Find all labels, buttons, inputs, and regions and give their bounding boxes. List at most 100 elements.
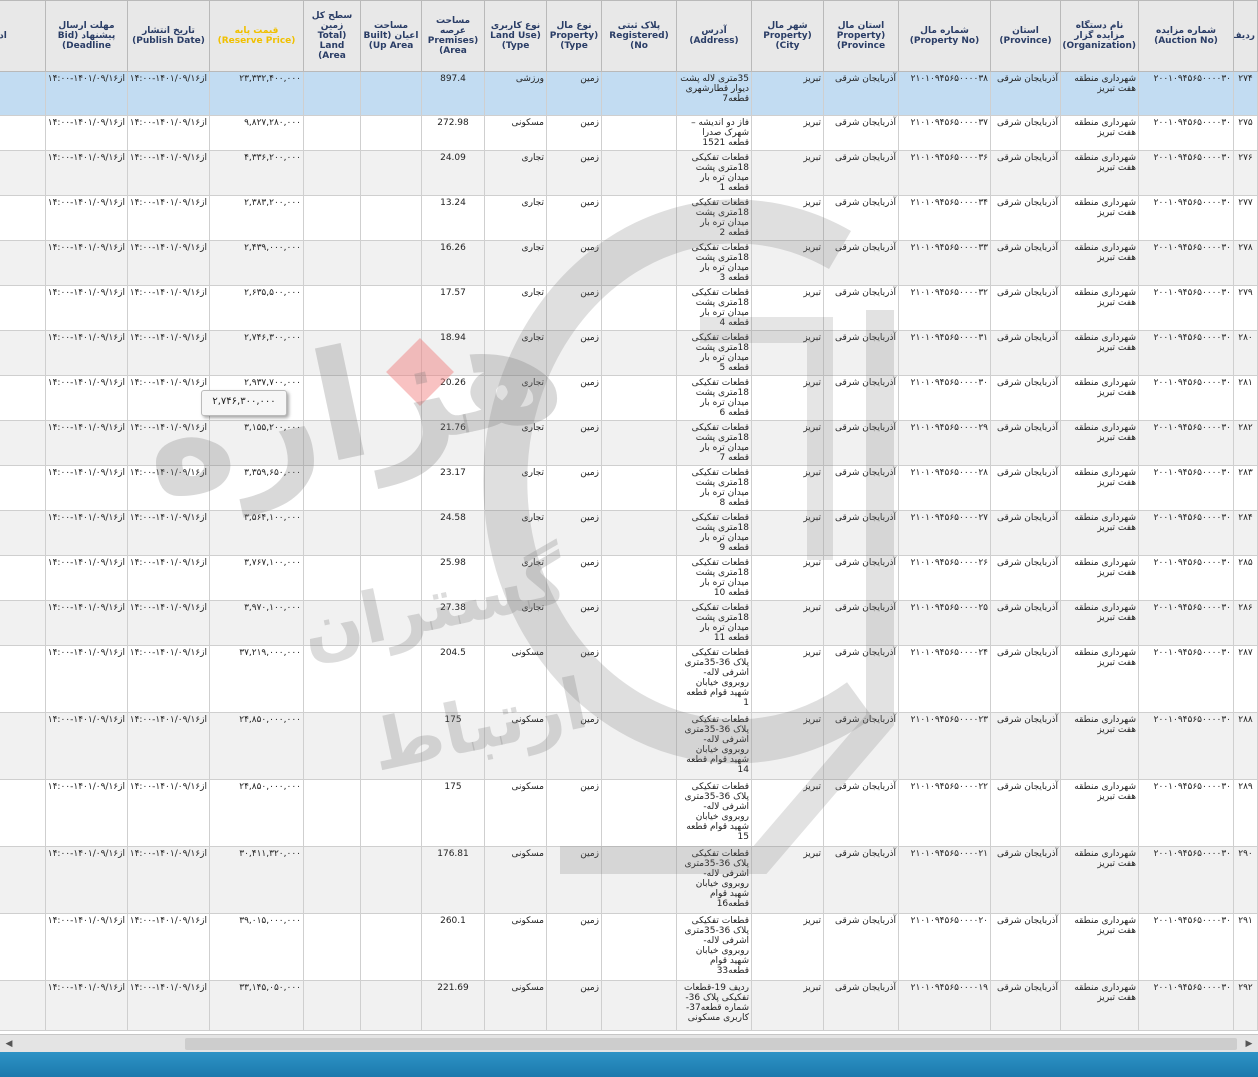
cell-row-number: ۲۷۹: [1233, 285, 1258, 331]
cell-organization: شهرداری منطقه هفت تبریز: [1060, 846, 1139, 914]
cell-row-number: ۲۷۷: [1233, 195, 1258, 241]
table-row[interactable]: ۲۸۶ ۲۰۰۱۰۹۴۵۶۵۰۰۰۰۳۰ شهرداری منطقه هفت تبر…: [0, 600, 1258, 646]
cell-property-city: تبریز: [751, 913, 824, 981]
table-row[interactable]: ۲۹۱ ۲۰۰۱۰۹۴۵۶۵۰۰۰۰۳۰ شهرداری منطقه هفت تبر…: [0, 913, 1258, 981]
table-row[interactable]: ۲۸۸ ۲۰۰۱۰۹۴۵۶۵۰۰۰۰۳۰ شهرداری منطقه هفت تبر…: [0, 712, 1258, 780]
cell-publish-date: از۱۴۰۱/۰۹/۱۶-۱۴:۰۰ تا۱۴۰۱/۱۰/۱۱-۱۹:۰۰: [127, 71, 210, 116]
cell-land-use: تجاری: [484, 600, 547, 646]
cell-property-province: آذربایجان شرقی: [823, 510, 899, 556]
cell-property-number: ۲۱۰۱۰۹۴۵۶۵۰۰۰۰۳۸: [898, 71, 991, 116]
header-property-city[interactable]: شهر مال (Property City): [751, 0, 824, 72]
cell-organization: شهرداری منطقه هفت تبریز: [1060, 150, 1139, 196]
cell-deadline: از۱۴۰۱/۰۹/۱۶-۱۴:۰۰ تا۱۴۰۱/۱۰/۱۱-۱۹:۰۰: [45, 712, 128, 780]
table-row[interactable]: ۲۹۰ ۲۰۰۱۰۹۴۵۶۵۰۰۰۰۳۰ شهرداری منطقه هفت تبر…: [0, 846, 1258, 914]
header-row-no[interactable]: ردیف: [1233, 0, 1258, 72]
cell-organization: شهرداری منطقه هفت تبریز: [1060, 980, 1139, 1031]
table-row[interactable]: ۲۷۸ ۲۰۰۱۰۹۴۵۶۵۰۰۰۰۳۰ شهرداری منطقه هفت تبر…: [0, 240, 1258, 286]
cell-extra: [0, 240, 46, 286]
table-row[interactable]: ۲۸۵ ۲۰۰۱۰۹۴۵۶۵۰۰۰۰۳۰ شهرداری منطقه هفت تبر…: [0, 555, 1258, 601]
header-deadline[interactable]: مهلت ارسال پیشنهاد (Bid Deadline): [45, 0, 128, 72]
cell-property-number: ۲۱۰۱۰۹۴۵۶۵۰۰۰۰۳۷: [898, 115, 991, 151]
table-row[interactable]: ۲۸۳ ۲۰۰۱۰۹۴۵۶۵۰۰۰۰۳۰ شهرداری منطقه هفت تبر…: [0, 465, 1258, 511]
cell-publish-date: از۱۴۰۱/۰۹/۱۶-۱۴:۰۰ تا۱۴۰۱/۱۰/۱۱-۱۹:۰۰: [127, 846, 210, 914]
cell-property-city: تبریز: [751, 330, 824, 376]
header-address[interactable]: آدرس (Address): [676, 0, 752, 72]
cell-row-number: ۲۷۸: [1233, 240, 1258, 286]
cell-premises-area: 25.98: [421, 555, 485, 601]
cell-reserve-price: ۲,۴۳۹,۰۰۰,۰۰۰: [209, 240, 304, 286]
table-row[interactable]: ۲۷۶ ۲۰۰۱۰۹۴۵۶۵۰۰۰۰۳۰ شهرداری منطقه هفت تبر…: [0, 150, 1258, 196]
table-row[interactable]: ۲۸۹ ۲۰۰۱۰۹۴۵۶۵۰۰۰۰۳۰ شهرداری منطقه هفت تبر…: [0, 779, 1258, 847]
header-auction-no[interactable]: شماره مزایده (Auction No): [1138, 0, 1234, 72]
cell-registered-number: [601, 420, 677, 466]
header-premises-area[interactable]: مساحت عرصه (Premises Area): [421, 0, 485, 72]
cell-registered-number: [601, 980, 677, 1031]
cell-province: آذربایجان شرقی: [990, 600, 1061, 646]
cell-property-province: آذربایجان شرقی: [823, 465, 899, 511]
cell-reserve-price: ۲۳,۳۳۲,۴۰۰,۰۰۰: [209, 71, 304, 116]
cell-property-province: آذربایجان شرقی: [823, 913, 899, 981]
cell-property-type: زمین: [546, 980, 602, 1031]
cell-address: قطعات تفکیکی 18متری پشت میدان تره بار قط…: [676, 330, 752, 376]
cell-deadline: از۱۴۰۱/۰۹/۱۶-۱۴:۰۰ تا۱۴۰۱/۱۰/۱۱-۱۹:۰۰: [45, 779, 128, 847]
cell-premises-area: 21.76: [421, 420, 485, 466]
cell-reserve-price: ۴,۳۳۶,۲۰۰,۰۰۰: [209, 150, 304, 196]
cell-property-type: زمین: [546, 712, 602, 780]
cell-auction-number: ۲۰۰۱۰۹۴۵۶۵۰۰۰۰۳۰: [1138, 555, 1234, 601]
table-row[interactable]: ۲۷۵ ۲۰۰۱۰۹۴۵۶۵۰۰۰۰۳۰ شهرداری منطقه هفت تبر…: [0, 115, 1258, 151]
table-row[interactable]: ۲۷۹ ۲۰۰۱۰۹۴۵۶۵۰۰۰۰۳۰ شهرداری منطقه هفت تبر…: [0, 285, 1258, 331]
cell-auction-number: ۲۰۰۱۰۹۴۵۶۵۰۰۰۰۳۰: [1138, 600, 1234, 646]
cell-row-number: ۲۹۰: [1233, 846, 1258, 914]
header-registered-no[interactable]: پلاک ثبتی (Registered No): [601, 0, 677, 72]
cell-land-use: تجاری: [484, 240, 547, 286]
cell-property-province: آذربایجان شرقی: [823, 555, 899, 601]
cell-property-city: تبریز: [751, 195, 824, 241]
scroll-right-icon[interactable]: ▶: [1242, 1037, 1256, 1051]
table-row[interactable]: ۲۸۷ ۲۰۰۱۰۹۴۵۶۵۰۰۰۰۳۰ شهرداری منطقه هفت تبر…: [0, 645, 1258, 713]
cell-auction-number: ۲۰۰۱۰۹۴۵۶۵۰۰۰۰۳۰: [1138, 71, 1234, 116]
table-row[interactable]: ۲۷۷ ۲۰۰۱۰۹۴۵۶۵۰۰۰۰۳۰ شهرداری منطقه هفت تبر…: [0, 195, 1258, 241]
header-built-area[interactable]: مساحت اعیان (Built Up Area): [360, 0, 422, 72]
cell-extra: [0, 600, 46, 646]
header-reserve-price[interactable]: قیمت پایه (Reserve Price): [209, 0, 304, 72]
table-row[interactable]: ۲۸۲ ۲۰۰۱۰۹۴۵۶۵۰۰۰۰۳۰ شهرداری منطقه هفت تبر…: [0, 420, 1258, 466]
cell-registered-number: [601, 375, 677, 421]
scroll-left-icon[interactable]: ◀: [2, 1037, 16, 1051]
cell-row-number: ۲۸۷: [1233, 645, 1258, 713]
table-row[interactable]: ۲۷۴ ۲۰۰۱۰۹۴۵۶۵۰۰۰۰۳۰ شهرداری منطقه هفت تبر…: [0, 71, 1258, 116]
cell-deadline: از۱۴۰۱/۰۹/۱۶-۱۴:۰۰ تا۱۴۰۱/۱۰/۱۱-۱۹:۰۰: [45, 980, 128, 1031]
cell-premises-area: 17.57: [421, 285, 485, 331]
scroll-thumb[interactable]: [185, 1038, 1237, 1050]
header-property-type[interactable]: نوع مال (Property Type): [546, 0, 602, 72]
cell-premises-area: 175: [421, 712, 485, 780]
header-land-use[interactable]: نوع کاربری (Land Use Type): [484, 0, 547, 72]
header-land-area[interactable]: سطح کل زمین (Total Land Area): [303, 0, 361, 72]
header-extra[interactable]: اد در: [0, 0, 46, 72]
header-publish-date[interactable]: تاریخ انتشار (Publish Date): [127, 0, 210, 72]
cell-address: قطعات تفکیکی 18متری پشت میدان تره بار قط…: [676, 375, 752, 421]
cell-deadline: از۱۴۰۱/۰۹/۱۶-۱۴:۰۰ تا۱۴۰۱/۱۰/۱۱-۱۹:۰۰: [45, 510, 128, 556]
cell-organization: شهرداری منطقه هفت تبریز: [1060, 285, 1139, 331]
header-province[interactable]: استان (Province): [990, 0, 1061, 72]
header-organization[interactable]: نام دستگاه مزایده گزار (Organization): [1060, 0, 1139, 72]
table-row[interactable]: ۲۹۲ ۲۰۰۱۰۹۴۵۶۵۰۰۰۰۳۰ شهرداری منطقه هفت تبر…: [0, 980, 1258, 1031]
cell-property-city: تبریز: [751, 846, 824, 914]
table-row[interactable]: ۲۸۰ ۲۰۰۱۰۹۴۵۶۵۰۰۰۰۳۰ شهرداری منطقه هفت تبر…: [0, 330, 1258, 376]
cell-province: آذربایجان شرقی: [990, 71, 1061, 116]
cell-built-area: [360, 600, 422, 646]
cell-row-number: ۲۷۵: [1233, 115, 1258, 151]
table-row[interactable]: ۲۸۱ ۲۰۰۱۰۹۴۵۶۵۰۰۰۰۳۰ شهرداری منطقه هفت تبر…: [0, 375, 1258, 421]
cell-auction-number: ۲۰۰۱۰۹۴۵۶۵۰۰۰۰۳۰: [1138, 846, 1234, 914]
header-property-no[interactable]: شماره مال (Property No): [898, 0, 991, 72]
cell-row-number: ۲۷۴: [1233, 71, 1258, 116]
cell-organization: شهرداری منطقه هفت تبریز: [1060, 555, 1139, 601]
table-row[interactable]: ۲۸۴ ۲۰۰۱۰۹۴۵۶۵۰۰۰۰۳۰ شهرداری منطقه هفت تبر…: [0, 510, 1258, 556]
cell-extra: [0, 330, 46, 376]
cell-land-use: مسکونی: [484, 779, 547, 847]
cell-property-number: ۲۱۰۱۰۹۴۵۶۵۰۰۰۰۲۸: [898, 465, 991, 511]
cell-built-area: [360, 115, 422, 151]
cell-extra: [0, 465, 46, 511]
header-property-province[interactable]: استان مال (Property Province): [823, 0, 899, 72]
horizontal-scrollbar[interactable]: ◀ ▶: [0, 1034, 1258, 1053]
cell-address: قطعات تفکیکی 18متری پشت میدان تره بار قط…: [676, 285, 752, 331]
